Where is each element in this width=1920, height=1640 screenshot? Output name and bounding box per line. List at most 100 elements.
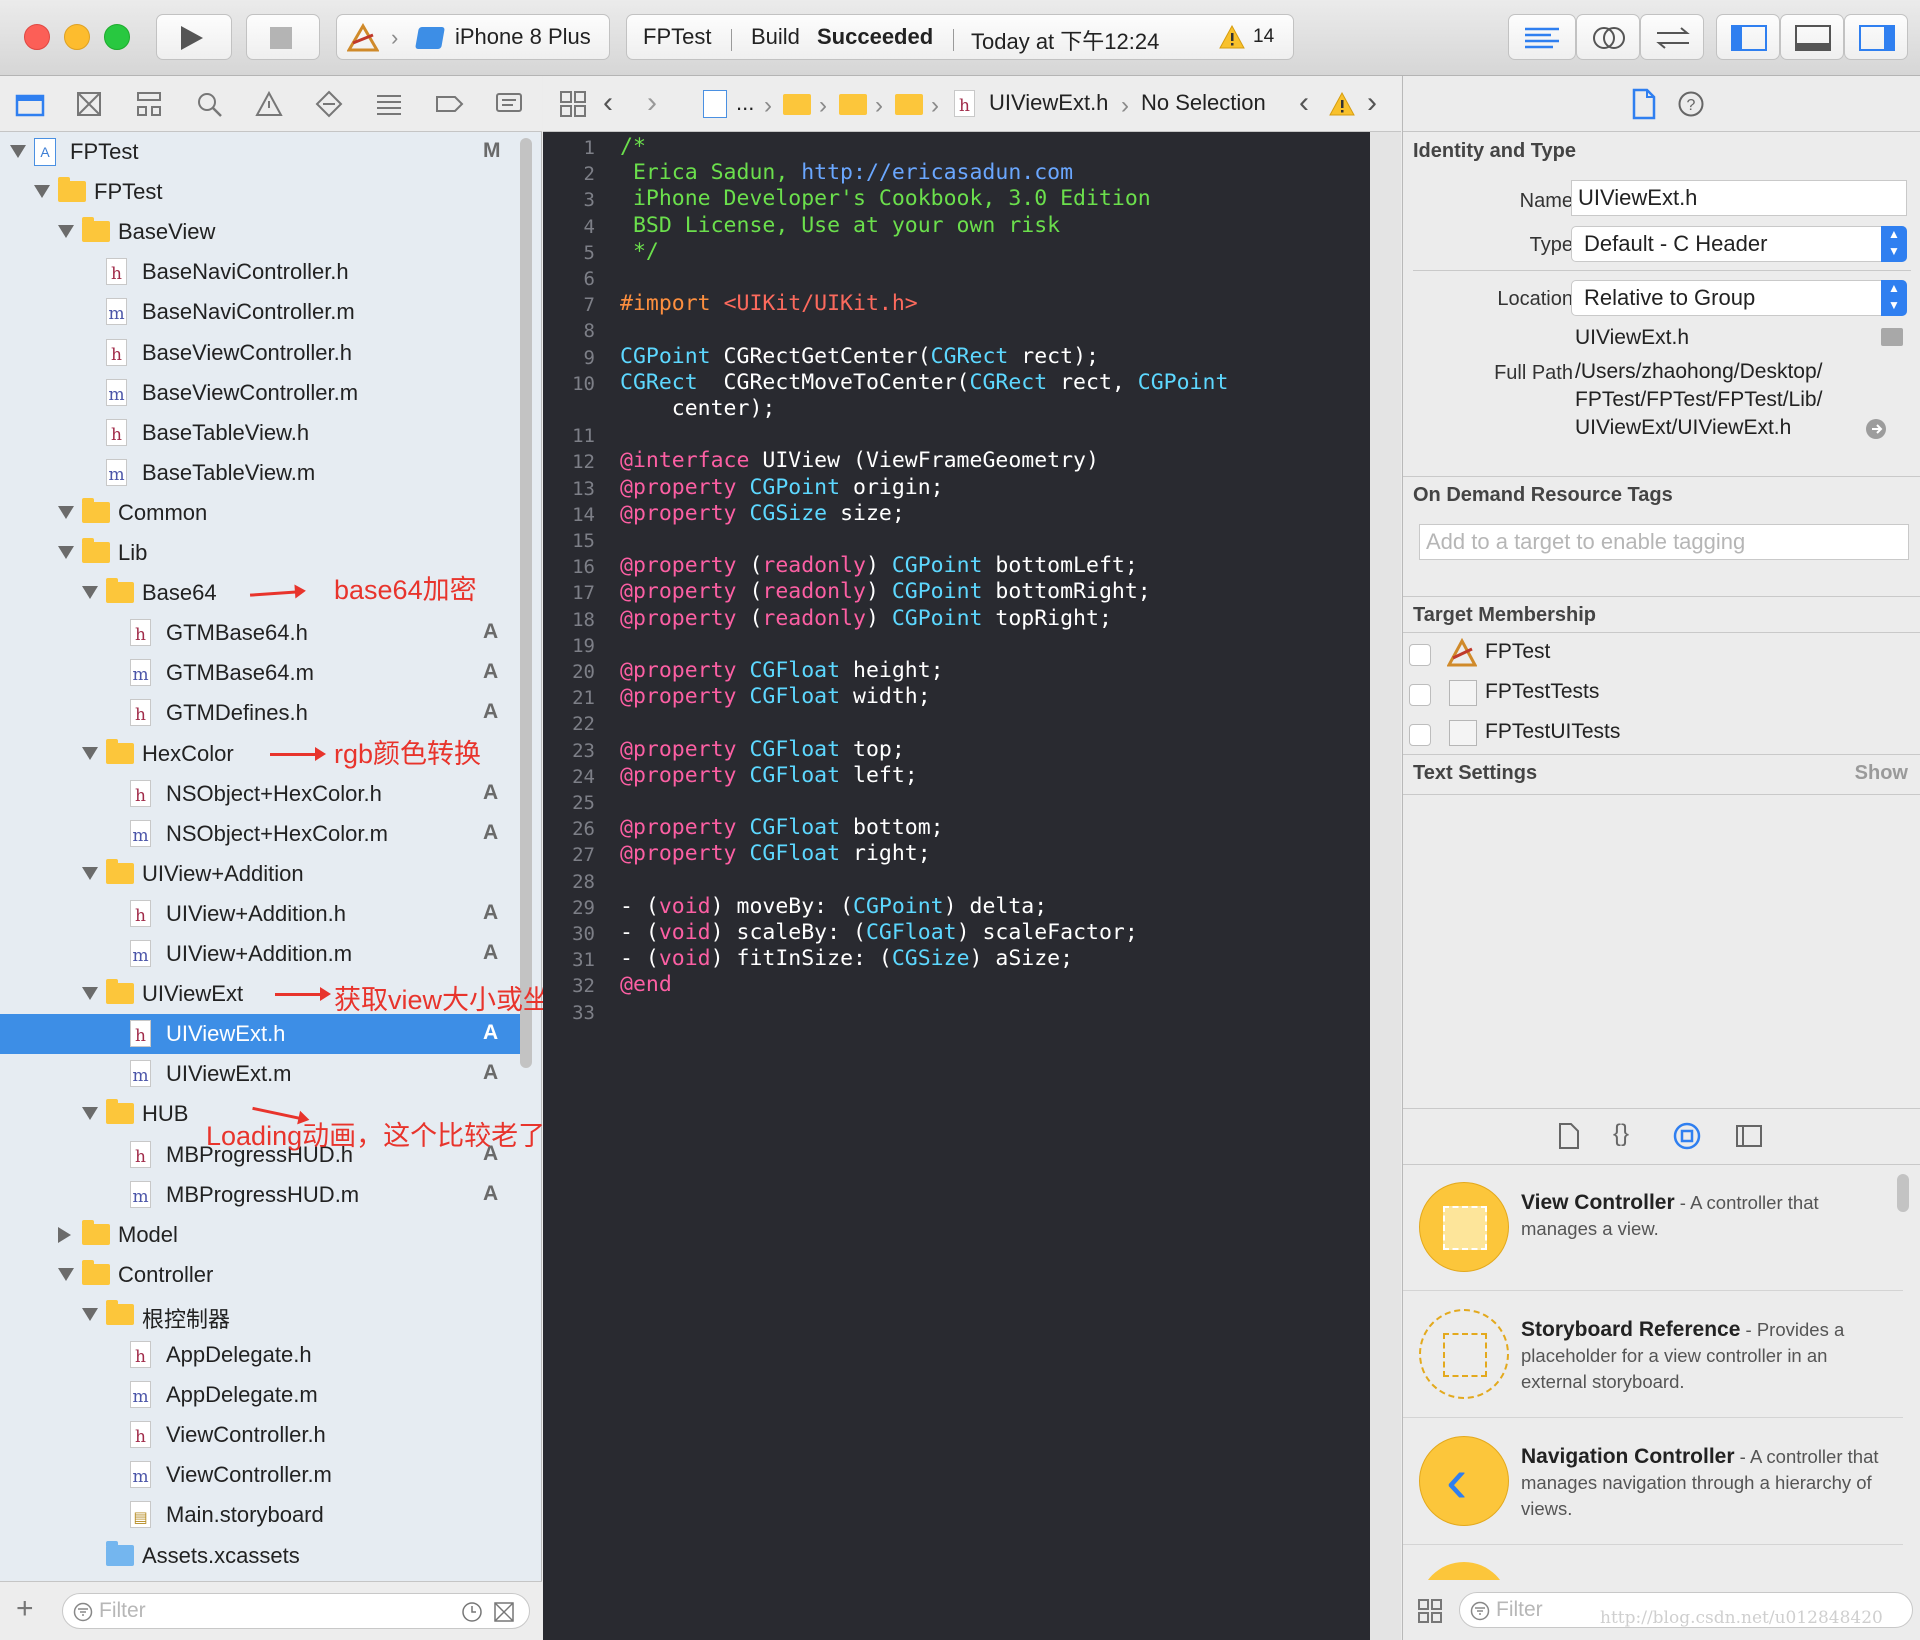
toggle-debug-area-button[interactable] [1780, 14, 1844, 60]
zoom-window-button[interactable] [104, 24, 130, 50]
disclosure-open-icon[interactable] [58, 546, 74, 559]
minimize-window-button[interactable] [64, 24, 90, 50]
editor-scrollbar[interactable] [1370, 132, 1401, 1640]
close-window-button[interactable] [24, 24, 50, 50]
symbol-navigator-tab[interactable] [133, 88, 165, 120]
library-scrollbar[interactable] [1897, 1174, 1909, 1212]
stop-button[interactable] [246, 14, 320, 60]
tree-file-row[interactable]: h GTMDefines.h A [0, 693, 520, 733]
tree-group-row[interactable]: Model [0, 1215, 520, 1255]
tree-file-row[interactable]: h ViewController.h [0, 1415, 520, 1455]
tree-file-row[interactable]: m MBProgressHUD.m A [0, 1175, 520, 1215]
tree-file-row[interactable]: m ViewController.m [0, 1455, 520, 1495]
library-item-view-controller[interactable]: View Controller - A controller that mana… [1403, 1164, 1903, 1291]
breakpoint-navigator-tab[interactable] [433, 88, 465, 120]
disclosure-open-icon[interactable] [82, 987, 98, 1001]
tree-group-row[interactable]: UIView+Addition [0, 854, 520, 894]
toggle-navigator-button[interactable] [1716, 14, 1780, 60]
tree-group-row[interactable]: Controller [0, 1255, 520, 1295]
folder-icon[interactable] [783, 94, 811, 115]
tree-group-row[interactable]: Lib [0, 533, 520, 573]
tree-file-row[interactable]: h NSObject+HexColor.h A [0, 774, 520, 814]
tree-group-row[interactable]: FPTest [0, 172, 520, 212]
tree-file-row[interactable]: m AppDelegate.m [0, 1375, 520, 1415]
tree-file-row[interactable]: m UIViewExt.m A [0, 1054, 520, 1094]
object-library-icon[interactable] [1673, 1122, 1701, 1150]
tree-file-row[interactable]: h BaseViewController.h [0, 333, 520, 373]
grid-view-icon[interactable] [1417, 1598, 1443, 1624]
disclosure-open-icon[interactable] [82, 746, 98, 760]
tree-file-row[interactable]: m UIView+Addition.m A [0, 934, 520, 974]
disclosure-open-icon[interactable] [82, 866, 98, 880]
disclosure-open-icon[interactable] [10, 145, 26, 158]
help-icon[interactable]: ? [1677, 90, 1705, 118]
project-navigator-tab[interactable] [14, 88, 46, 120]
disclosure-open-icon[interactable] [58, 1267, 74, 1281]
type-popup[interactable]: Default - C Header ▲ ▼ [1571, 226, 1907, 262]
jumpbar-file[interactable]: UIViewExt.h [989, 90, 1108, 116]
library-item-storyboard-reference[interactable]: Storyboard Reference - Provides a placeh… [1403, 1291, 1903, 1418]
folder-icon[interactable] [895, 94, 923, 115]
library-item-navigation-controller[interactable]: ‹ Navigation Controller - A controller t… [1403, 1418, 1903, 1545]
debug-navigator-tab[interactable] [373, 88, 405, 120]
test-navigator-tab[interactable] [313, 88, 345, 120]
forward-arrow-icon[interactable]: › [647, 86, 657, 120]
location-popup[interactable]: Relative to Group ▲ ▼ [1571, 280, 1907, 316]
name-field[interactable]: UIViewExt.h [1571, 180, 1907, 216]
disclosure-closed-icon[interactable] [58, 1226, 71, 1243]
assistant-editor-button[interactable] [1576, 14, 1640, 60]
disclosure-open-icon[interactable] [34, 185, 50, 199]
project-file-icon[interactable] [703, 90, 727, 118]
jumpbar-selection[interactable]: No Selection [1141, 90, 1266, 116]
choose-folder-icon[interactable] [1881, 328, 1903, 346]
tree-file-row[interactable]: m GTMBase64.m A [0, 653, 520, 693]
disclosure-open-icon[interactable] [82, 586, 98, 600]
source-control-tab[interactable] [73, 88, 105, 120]
tree-file-row[interactable]: h GTMBase64.h A [0, 613, 520, 653]
tree-file-row[interactable]: m NSObject+HexColor.m A [0, 814, 520, 854]
warning-icon[interactable] [1219, 25, 1245, 49]
standard-editor-button[interactable] [1508, 14, 1576, 60]
target-checkbox-fptestuitests[interactable] [1409, 724, 1431, 746]
scheme-selector[interactable]: › iPhone 8 Plus [336, 14, 610, 60]
version-editor-button[interactable] [1640, 14, 1704, 60]
tree-file-row[interactable]: ▤ Main.storyboard [0, 1495, 520, 1535]
tree-file-row[interactable]: h BaseNaviController.h [0, 252, 520, 292]
code-snippet-icon[interactable]: {} [1613, 1120, 1629, 1148]
tree-group-row[interactable]: A FPTest M [0, 132, 520, 172]
tree-file-row[interactable]: m BaseNaviController.m [0, 292, 520, 332]
target-checkbox-fptesttests[interactable] [1409, 684, 1431, 706]
toggle-inspector-button[interactable] [1844, 14, 1908, 60]
tree-file-row[interactable]: m BaseViewController.m [0, 373, 520, 413]
tree-file-row[interactable]: h AppDelegate.h [0, 1335, 520, 1375]
disclosure-open-icon[interactable] [82, 1307, 98, 1321]
run-button[interactable] [156, 14, 232, 60]
tree-group-row[interactable]: Assets.xcassets [0, 1536, 520, 1576]
tree-file-row[interactable]: h UIView+Addition.h A [0, 894, 520, 934]
target-checkbox-fptest[interactable] [1409, 644, 1431, 666]
related-items-icon[interactable] [559, 90, 587, 118]
warning-icon[interactable] [1329, 92, 1355, 116]
issue-navigator-tab[interactable] [253, 88, 285, 120]
back-arrow-icon[interactable]: ‹ [603, 86, 613, 120]
tree-group-row[interactable]: Common [0, 493, 520, 533]
source-editor[interactable]: 1 /* 2 Erica Sadun, http://ericasadun.com 3… [543, 132, 1370, 1640]
find-navigator-tab[interactable] [193, 88, 225, 120]
disclosure-open-icon[interactable] [58, 505, 74, 519]
clock-icon[interactable] [461, 1601, 485, 1623]
folder-icon[interactable] [839, 94, 867, 115]
add-icon[interactable]: + [16, 1592, 34, 1626]
navigator-filter-field[interactable]: Filter [62, 1593, 530, 1629]
file-template-icon[interactable] [1557, 1122, 1581, 1150]
media-library-icon[interactable] [1735, 1124, 1763, 1148]
scm-filter-icon[interactable] [493, 1601, 517, 1623]
odr-tags-field[interactable]: Add to a target to enable tagging [1419, 524, 1909, 560]
tree-group-row[interactable]: 根控制器 [0, 1295, 520, 1335]
next-issue-icon[interactable]: › [1367, 86, 1377, 120]
jumpbar-ellipsis[interactable]: ... [736, 90, 754, 116]
tree-file-row[interactable]: m BaseTableView.m [0, 453, 520, 493]
disclosure-open-icon[interactable] [58, 225, 74, 239]
tree-file-row[interactable]: h BaseTableView.h [0, 413, 520, 453]
text-settings-show-button[interactable]: Show [1855, 762, 1908, 785]
navigator-scrollbar[interactable] [520, 138, 532, 1068]
